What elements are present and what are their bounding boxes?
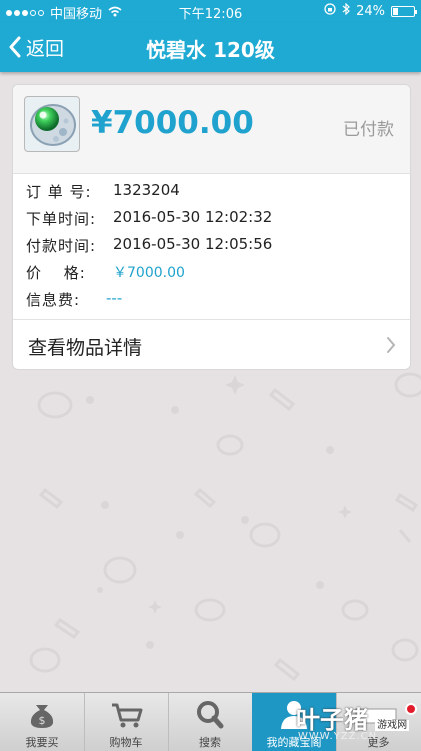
battery-icon	[391, 5, 417, 17]
price-value: ￥7000.00	[113, 265, 185, 281]
tab-label: 搜索	[199, 736, 221, 749]
tab-bar: $ 我要买 购物车 搜索 我的藏宝阁 更多	[0, 692, 421, 751]
tab-label: 购物车	[109, 736, 143, 749]
search-icon	[197, 701, 224, 729]
background-pattern	[29, 372, 421, 682]
tab-cart[interactable]: 购物车	[84, 693, 169, 751]
payment-time: 2016-05-30 12:05:56	[113, 235, 273, 253]
chevron-right-icon	[387, 337, 396, 353]
view-item-details-label: 查看物品详情	[28, 337, 143, 359]
order-card: ¥7000.00 已付款 订 单 号: 1323204 下单时间: 2016-0…	[12, 84, 411, 370]
tab-label: 我要买	[25, 736, 59, 749]
tab-my-treasure[interactable]: 我的藏宝阁	[252, 693, 337, 751]
field-label: 价 格:	[26, 264, 86, 282]
svg-text:$: $	[39, 714, 46, 727]
tab-more[interactable]: 更多	[336, 693, 421, 751]
back-label: 返回	[26, 37, 65, 60]
money-bag-icon: $	[30, 705, 54, 728]
cart-icon	[112, 703, 143, 728]
tab-label: 我的藏宝阁	[266, 736, 322, 749]
field-label: 信息费:	[26, 291, 81, 309]
nav-bar: 返回 悦碧水 120级	[0, 22, 421, 72]
tab-buy[interactable]: $ 我要买	[0, 693, 85, 751]
order-time: 2016-05-30 12:02:32	[113, 208, 273, 226]
info-fee-value: ---	[106, 289, 123, 307]
tab-search[interactable]: 搜索	[168, 693, 253, 751]
notification-badge	[405, 703, 417, 715]
back-button[interactable]: 返回	[8, 33, 64, 61]
gem-icon	[30, 104, 76, 146]
field-label: 订 单 号:	[26, 183, 92, 201]
field-label: 下单时间:	[26, 210, 97, 228]
field-label: 付款时间:	[26, 237, 97, 255]
battery-percent: 24%	[356, 3, 385, 19]
view-item-details-link[interactable]: 查看物品详情	[13, 319, 410, 370]
tab-label: 更多	[367, 736, 390, 749]
payment-status: 已付款	[343, 120, 394, 140]
item-price: ¥7000.00	[91, 105, 254, 141]
item-thumbnail	[24, 96, 80, 152]
bluetooth-icon	[342, 2, 350, 19]
status-bar: 中国移动 下午12:06 24%	[0, 0, 421, 22]
chevron-left-icon	[9, 36, 21, 58]
user-icon	[281, 701, 307, 729]
order-number: 1323204	[113, 181, 180, 199]
rotation-lock-icon	[324, 3, 336, 19]
item-header: ¥7000.00 已付款	[13, 85, 410, 174]
